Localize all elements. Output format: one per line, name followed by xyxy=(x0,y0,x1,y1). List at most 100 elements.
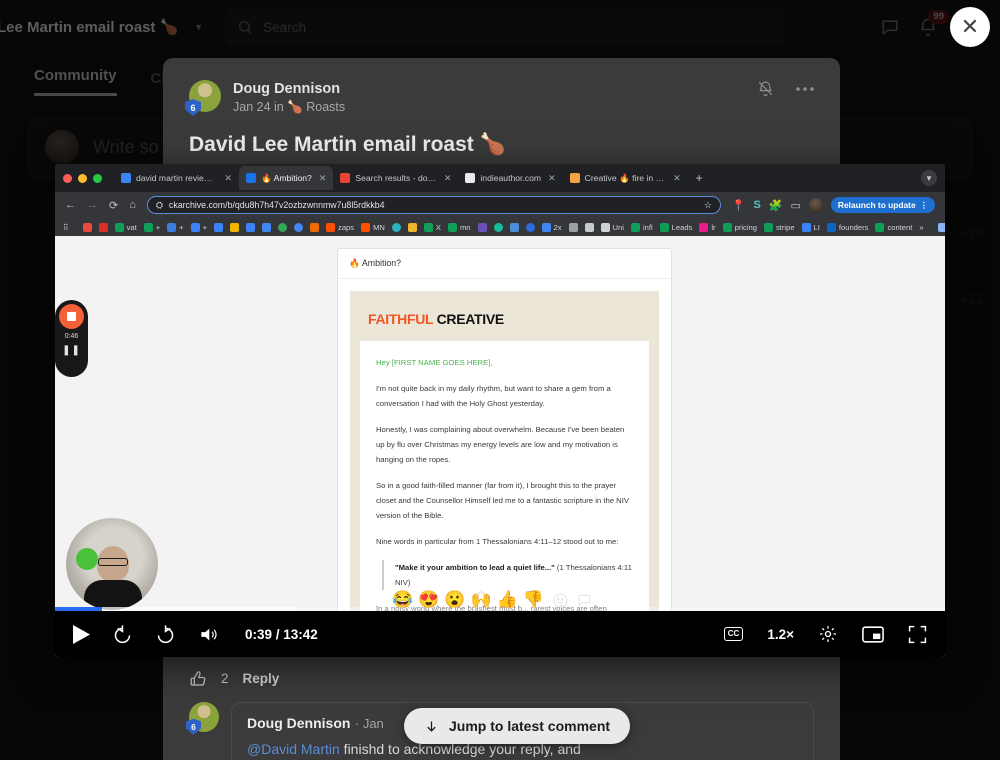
play-button[interactable] xyxy=(73,624,90,644)
extension-icon[interactable]: S xyxy=(753,199,760,211)
bookmark-item[interactable] xyxy=(82,222,92,232)
browser-tab[interactable]: Search results - doug@doug ✕ xyxy=(333,166,458,190)
playback-speed-button[interactable]: 1.2× xyxy=(767,627,794,642)
back-icon[interactable]: ← xyxy=(65,199,76,211)
comment-avatar[interactable]: 6 xyxy=(186,701,219,735)
bookmark-item[interactable]: lr xyxy=(699,222,716,232)
bookmark-item[interactable]: mn xyxy=(447,222,471,232)
close-tab-icon[interactable]: ✕ xyxy=(319,173,327,184)
close-window-dot[interactable] xyxy=(63,173,72,183)
reload-icon[interactable]: ⟳ xyxy=(109,199,118,212)
bookmark-item[interactable] xyxy=(278,222,288,232)
bookmark-item[interactable]: stripe xyxy=(763,222,795,232)
bookmark-item[interactable] xyxy=(584,222,594,232)
volume-button[interactable] xyxy=(198,625,219,644)
home-icon[interactable]: ⌂ xyxy=(129,199,136,211)
reply-button[interactable]: Reply xyxy=(243,671,280,686)
bookmark-item[interactable] xyxy=(391,222,401,232)
bookmark-item[interactable]: pricing xyxy=(722,222,757,232)
more-options-icon[interactable] xyxy=(796,86,814,92)
extension-icon[interactable]: 📍 xyxy=(732,199,746,212)
bookmark-item[interactable]: + xyxy=(167,222,184,232)
bookmark-item[interactable] xyxy=(294,222,304,232)
bell-off-icon[interactable] xyxy=(757,80,774,97)
picture-in-picture-button[interactable] xyxy=(862,625,884,643)
bookmark-item[interactable]: LI xyxy=(801,222,820,232)
close-tab-icon[interactable]: ✕ xyxy=(224,173,232,184)
emoji-picker-icon[interactable] xyxy=(552,592,569,609)
browser-tabstrip: david martin review – Dropbo ✕ 🔥 Ambitio… xyxy=(55,164,945,192)
browser-tab[interactable]: david martin review – Dropbo ✕ xyxy=(114,166,239,190)
window-traffic-lights[interactable] xyxy=(63,173,114,183)
chrome-menu-icon[interactable]: ⋮ xyxy=(920,200,928,210)
browser-chrome: david martin review – Dropbo ✕ 🔥 Ambitio… xyxy=(55,164,945,236)
profile-avatar-icon[interactable] xyxy=(808,198,823,212)
bookmark-item[interactable] xyxy=(98,222,108,232)
address-bar[interactable]: ⛭ ckarchive.com/b/qdu8h7h47v2ozbzwnnmw7u… xyxy=(146,196,721,214)
captions-button[interactable]: CC xyxy=(723,627,744,641)
post-author-name[interactable]: Doug Dennison xyxy=(233,80,345,100)
webcam-bubble[interactable] xyxy=(66,518,158,610)
browser-tab[interactable]: Creative 🔥 fire in your inbox ✕ xyxy=(563,166,688,190)
extensions-puzzle-icon[interactable]: 🧩 xyxy=(769,199,783,212)
comment-mention[interactable]: @David Martin xyxy=(247,741,340,757)
close-tab-icon[interactable]: ✕ xyxy=(673,173,681,184)
like-icon[interactable] xyxy=(189,670,207,688)
bookmark-item[interactable]: zaps xyxy=(326,222,354,232)
bookmark-item[interactable]: Uni xyxy=(600,222,624,232)
close-modal-button[interactable]: ✕ xyxy=(950,7,990,47)
bookmark-item[interactable]: + xyxy=(190,222,207,232)
bookmark-item[interactable]: content xyxy=(875,222,913,232)
bookmark-item[interactable] xyxy=(568,222,578,232)
site-info-icon[interactable]: ⛭ xyxy=(156,200,163,211)
maximize-window-dot[interactable] xyxy=(93,173,102,183)
browser-tab-active[interactable]: 🔥 Ambition? ✕ xyxy=(239,166,334,190)
settings-gear-icon[interactable] xyxy=(818,624,838,644)
new-tab-button[interactable]: + xyxy=(688,171,711,185)
bookmark-item[interactable] xyxy=(525,222,535,232)
bookmark-item[interactable] xyxy=(509,222,519,232)
recording-timer: 0:46 xyxy=(64,333,79,340)
close-tab-icon[interactable]: ✕ xyxy=(444,173,452,184)
bookmark-item[interactable]: 2x xyxy=(541,222,562,232)
bookmark-item[interactable]: X xyxy=(423,222,441,232)
bookmark-item[interactable]: founders xyxy=(826,222,868,232)
bookmark-item[interactable]: vat xyxy=(114,222,137,232)
bookmark-item[interactable] xyxy=(407,222,417,232)
rewind-5-button[interactable] xyxy=(112,624,133,645)
pause-recording-button[interactable]: ❚❚ xyxy=(62,345,81,356)
bookmark-item[interactable] xyxy=(214,222,224,232)
bookmark-item[interactable] xyxy=(310,222,320,232)
bookmark-item[interactable] xyxy=(262,222,272,232)
favicon xyxy=(465,173,476,183)
bookmark-item[interactable]: MN xyxy=(361,222,385,232)
relaunch-to-update-button[interactable]: Relaunch to update ⋮ xyxy=(830,197,935,213)
minimize-window-dot[interactable] xyxy=(78,173,87,183)
bookmark-item[interactable]: + xyxy=(143,222,160,232)
bookmark-item[interactable]: infl xyxy=(630,222,653,232)
bookmark-label: content xyxy=(887,222,913,232)
apps-grid-icon[interactable]: ⠿ xyxy=(63,223,69,232)
comment-author[interactable]: Doug Dennison xyxy=(247,715,350,731)
bookmark-item[interactable] xyxy=(246,222,256,232)
bookmark-star-icon[interactable]: ☆ xyxy=(704,200,712,211)
split-view-icon[interactable]: ▭ xyxy=(791,199,801,212)
bookmark-item[interactable] xyxy=(230,222,240,232)
fullscreen-button[interactable] xyxy=(908,625,927,644)
bookmark-item[interactable]: Leads xyxy=(659,222,692,232)
forward-5-button[interactable] xyxy=(155,624,176,645)
email-subject: 🔥 Ambition? xyxy=(338,249,671,279)
video-player[interactable]: david martin review – Dropbo ✕ 🔥 Ambitio… xyxy=(55,164,945,657)
bookmark-item[interactable] xyxy=(477,222,487,232)
bookmarks-overflow-button[interactable]: » xyxy=(919,223,923,232)
stop-recording-button[interactable] xyxy=(59,304,84,329)
bookmark-item[interactable] xyxy=(493,222,503,232)
tab-search-icon[interactable]: ▼ xyxy=(921,170,937,186)
favicon xyxy=(246,173,256,183)
add-comment-icon[interactable] xyxy=(576,592,593,609)
post-author-avatar[interactable]: 6 xyxy=(185,80,221,116)
jump-to-latest-comment-button[interactable]: Jump to latest comment xyxy=(404,708,631,744)
all-bookmarks-button[interactable]: All Bookmarks xyxy=(937,218,945,236)
browser-tab[interactable]: indieauthor.com ✕ xyxy=(458,166,562,190)
close-tab-icon[interactable]: ✕ xyxy=(548,173,556,184)
